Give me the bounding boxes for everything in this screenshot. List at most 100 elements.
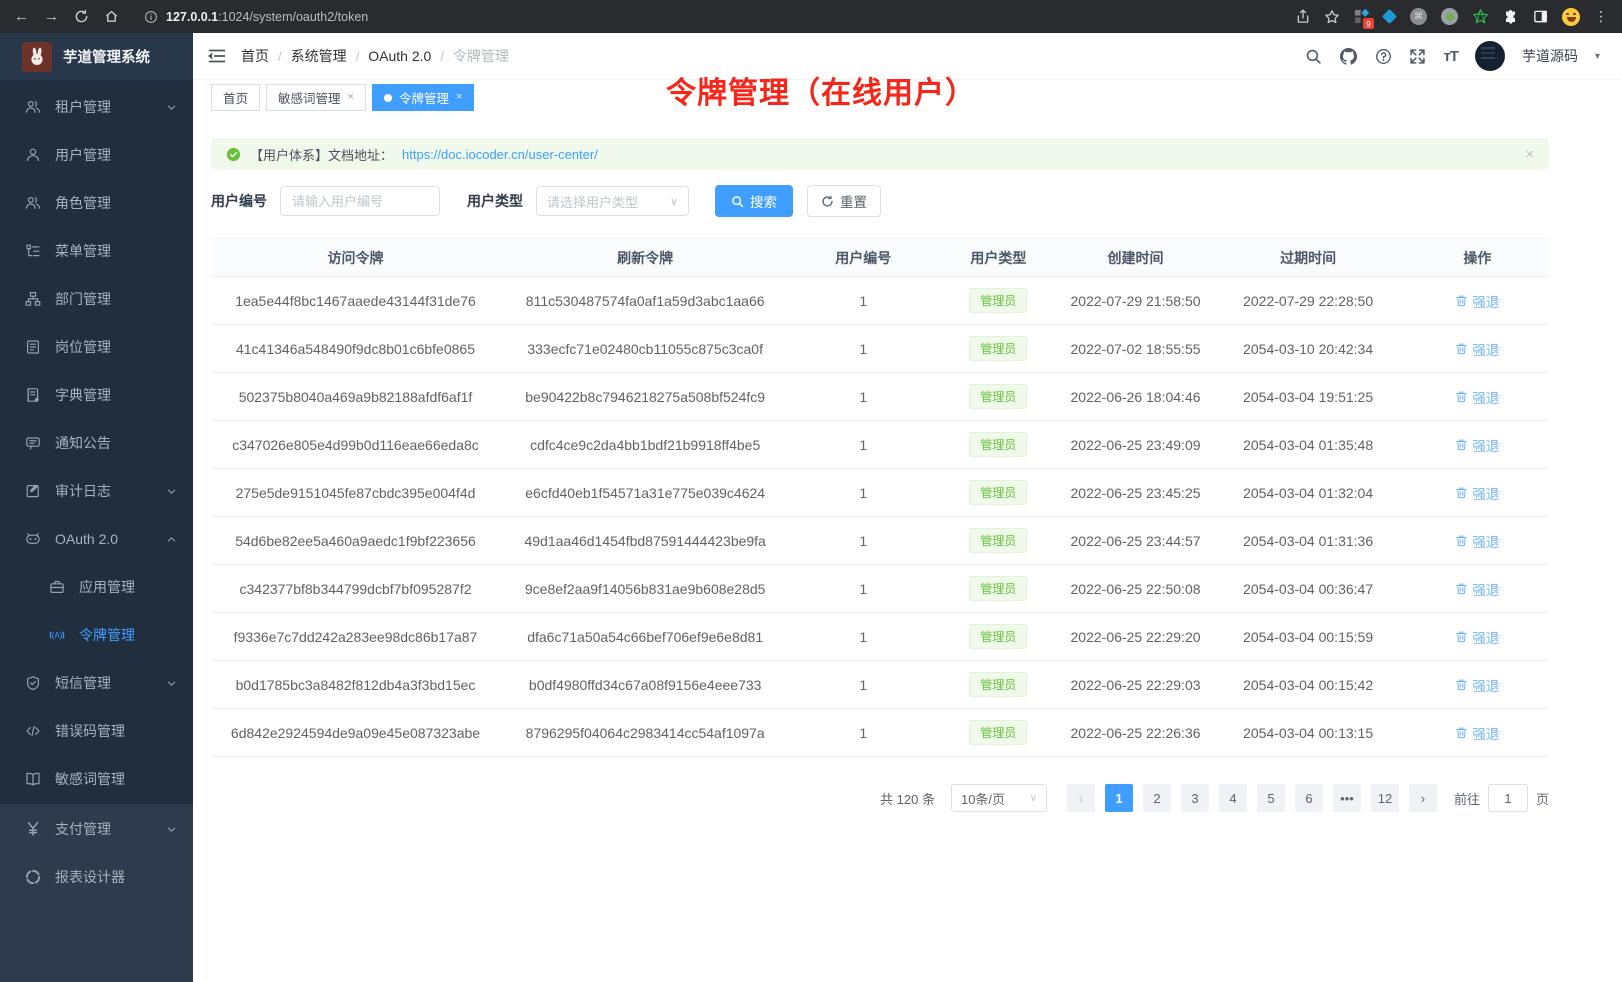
refresh-token-cell: dfa6c71a50a54c66bef706ef9e6e8d81 [500, 613, 790, 661]
force-logout-button[interactable]: 强退 [1455, 387, 1499, 407]
tab-close-icon[interactable]: × [456, 92, 462, 103]
user-id-input[interactable] [280, 186, 440, 216]
browser-forward-icon[interactable]: → [44, 9, 59, 24]
force-logout-button[interactable]: 强退 [1455, 627, 1499, 647]
app-logo-header[interactable]: 芋道管理系统 [0, 33, 193, 80]
delete-icon [1455, 534, 1468, 547]
user-avatar[interactable] [1475, 41, 1505, 71]
goto-page-input[interactable] [1488, 784, 1528, 812]
table-row: 502375b8040a469a9b82188afdf6af1fbe90422b… [211, 373, 1549, 421]
browser-menu-icon[interactable]: ⋮ [1594, 8, 1608, 25]
next-page-button[interactable]: › [1409, 784, 1437, 812]
github-icon[interactable] [1339, 47, 1358, 66]
sidebar-item-oauth2[interactable]: OAuth 2.0 [0, 515, 193, 563]
browser-reload-icon[interactable] [74, 9, 89, 24]
breadcrumb-item[interactable]: 系统管理 [291, 46, 347, 66]
user-menu-caret-icon[interactable]: ▾ [1595, 51, 1600, 62]
search-icon[interactable] [1305, 48, 1322, 65]
recorder-extension-icon[interactable] [1441, 8, 1458, 25]
sidebar-item-pay[interactable]: 支付管理 [0, 805, 193, 853]
sidebar-item-notice[interactable]: 通知公告 [0, 419, 193, 467]
address-bar[interactable]: 127.0.0.1:1024/system/oauth2/token [144, 10, 368, 24]
collapse-menu-icon[interactable] [208, 48, 226, 64]
create-time-cell: 2022-06-25 23:44:57 [1061, 517, 1211, 565]
force-logout-button[interactable]: 强退 [1455, 675, 1499, 695]
share-icon[interactable] [1296, 9, 1310, 24]
sidebar-item-dict[interactable]: 字典管理 [0, 371, 193, 419]
search-button[interactable]: 搜索 [715, 185, 793, 217]
app-icon [49, 579, 66, 595]
access-token-cell: 6d842e2924594de9a09e45e087323abe [211, 709, 500, 757]
sidebar-item-oauth2-app[interactable]: 应用管理 [0, 563, 193, 611]
command-extension-icon[interactable]: ⌘ [1410, 8, 1427, 25]
force-logout-button[interactable]: 强退 [1455, 339, 1499, 359]
url-path: :1024/system/oauth2/token [218, 10, 368, 24]
reset-button[interactable]: 重置 [807, 185, 881, 217]
user-type-badge: 管理员 [969, 528, 1027, 553]
column-header: 用户类型 [936, 239, 1060, 277]
green-star-extension-icon[interactable] [1472, 8, 1489, 25]
page-button-2[interactable]: 2 [1143, 784, 1171, 812]
sidebar-item-oauth2-token[interactable]: (A)令牌管理 [0, 611, 193, 659]
sidebar-item-sms[interactable]: 短信管理 [0, 659, 193, 707]
alert-doc-link[interactable]: https://doc.iocoder.cn/user-center/ [402, 147, 598, 162]
extension-with-badge-icon[interactable]: 9 [1354, 9, 1369, 24]
force-logout-button[interactable]: 强退 [1455, 579, 1499, 599]
force-logout-button[interactable]: 强退 [1455, 435, 1499, 455]
page-button-5[interactable]: 5 [1257, 784, 1285, 812]
page-button-12[interactable]: 12 [1371, 784, 1399, 812]
page-button-1[interactable]: 1 [1105, 784, 1133, 812]
sidebar-item-audit[interactable]: 审计日志 [0, 467, 193, 515]
sidebar-item-dept[interactable]: 部门管理 [0, 275, 193, 323]
sidepanel-icon[interactable] [1533, 9, 1548, 24]
sidebar-item-role[interactable]: 角色管理 [0, 179, 193, 227]
page-button-6[interactable]: 6 [1295, 784, 1323, 812]
sidebar-item-sensitive[interactable]: 敏感词管理 [0, 755, 193, 803]
create-time-cell: 2022-07-02 18:55:55 [1061, 325, 1211, 373]
tab-close-icon[interactable]: × [348, 92, 354, 103]
browser-back-icon[interactable]: ← [14, 9, 29, 24]
font-size-icon[interactable]: тT [1443, 48, 1458, 65]
sidebar-item-tenant[interactable]: 租户管理 [0, 83, 193, 131]
prev-page-button[interactable]: ‹ [1067, 784, 1095, 812]
tab-首页[interactable]: 首页 [211, 84, 260, 111]
sidebar-item-label: 支付管理 [55, 819, 111, 839]
bookmark-star-icon[interactable] [1324, 9, 1340, 25]
sidebar-item-menu[interactable]: 菜单管理 [0, 227, 193, 275]
profile-emoji-icon[interactable] [1562, 8, 1580, 26]
user-type-select[interactable]: 请选择用户类型 ∨ [536, 186, 689, 216]
sidebar-item-post[interactable]: 岗位管理 [0, 323, 193, 371]
breadcrumb-item[interactable]: OAuth 2.0 [368, 48, 431, 64]
force-logout-button[interactable]: 强退 [1455, 723, 1499, 743]
chevron-down-icon [166, 824, 177, 835]
page-ellipsis[interactable]: ••• [1333, 784, 1361, 812]
tab-敏感词管理[interactable]: 敏感词管理× [266, 84, 366, 111]
create-time-cell: 2022-06-25 22:50:08 [1061, 565, 1211, 613]
help-icon[interactable] [1375, 48, 1392, 65]
sidebar-item-report[interactable]: 报表设计器 [0, 853, 193, 901]
sidebar-item-errcode[interactable]: 错误码管理 [0, 707, 193, 755]
force-logout-button[interactable]: 强退 [1455, 483, 1499, 503]
user-type-cell: 管理员 [936, 325, 1060, 373]
page-size-select[interactable]: 10条/页 ∨ [951, 784, 1047, 812]
gem-extension-icon[interactable] [1383, 10, 1396, 23]
breadcrumb-item[interactable]: 首页 [241, 46, 269, 66]
sidebar-item-label: 错误码管理 [55, 721, 125, 741]
active-tab-dot [384, 94, 392, 102]
force-logout-button[interactable]: 强退 [1455, 291, 1499, 311]
browser-home-icon[interactable] [104, 9, 119, 24]
page-button-4[interactable]: 4 [1219, 784, 1247, 812]
page-info-icon[interactable] [144, 10, 158, 24]
sidebar-item-user[interactable]: 用户管理 [0, 131, 193, 179]
action-cell: 强退 [1406, 325, 1549, 373]
user-name[interactable]: 芋道源码 [1522, 46, 1578, 66]
force-logout-button[interactable]: 强退 [1455, 531, 1499, 551]
menu-icon [25, 243, 42, 259]
puzzle-extension-icon[interactable] [1503, 9, 1519, 25]
page-button-3[interactable]: 3 [1181, 784, 1209, 812]
fullscreen-icon[interactable] [1409, 48, 1426, 65]
alert-close-icon[interactable]: × [1525, 147, 1534, 162]
sidebar-item-label: 岗位管理 [55, 337, 111, 357]
tab-令牌管理[interactable]: 令牌管理× [372, 84, 474, 111]
create-time-cell: 2022-06-25 22:29:03 [1061, 661, 1211, 709]
